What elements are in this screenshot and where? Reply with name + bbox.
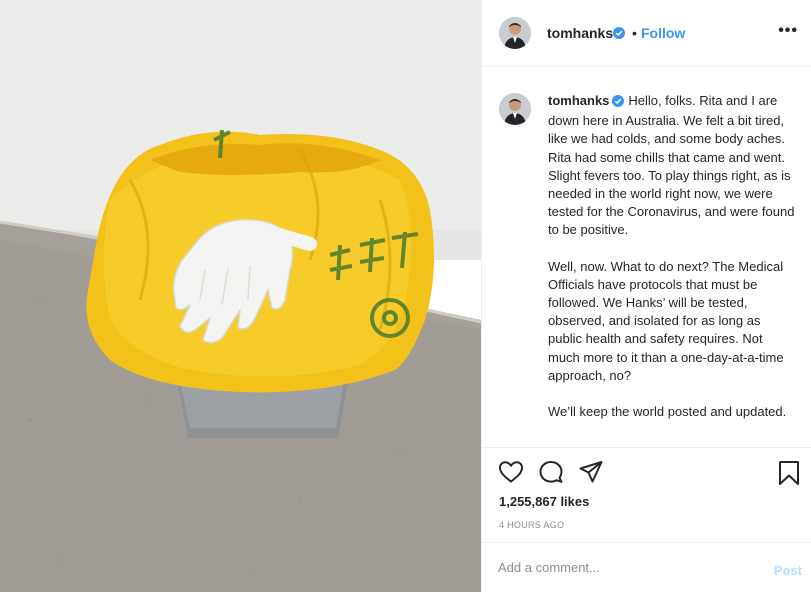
comment-input[interactable] <box>498 557 738 577</box>
post-timestamp[interactable]: 4 HOURS AGO <box>499 520 564 530</box>
heart-icon[interactable] <box>498 460 524 489</box>
paper-plane-icon[interactable] <box>578 460 604 489</box>
avatar-image <box>499 93 531 125</box>
likes-count[interactable]: 1,255,867 likes <box>499 494 589 509</box>
caption-username[interactable]: tomhanks <box>548 93 609 108</box>
bookmark-icon[interactable] <box>778 460 800 491</box>
caption-paragraph: Well, now. What to do next? The Medical … <box>548 258 784 383</box>
post-actions: 1,255,867 likes 4 HOURS AGO <box>482 447 811 542</box>
caption-paragraph: We’ll keep the world posted and updated. <box>548 404 787 420</box>
post-header: tomhanks • Follow ••• <box>482 0 811 67</box>
post-comment-button[interactable]: Post <box>774 563 802 578</box>
author-username[interactable]: tomhanks <box>547 25 613 41</box>
caption-area: tomhanks Hello, folks. Rita and I are dow… <box>482 67 811 447</box>
post-image <box>0 0 481 592</box>
header-separator: • <box>632 25 637 41</box>
comment-box: Post <box>482 542 811 592</box>
caption-paragraph-1-text: Hello, folks. Rita and I are down here i… <box>548 93 795 238</box>
more-options-icon[interactable]: ••• <box>778 22 798 40</box>
avatar-image <box>499 17 531 49</box>
post-side-panel: tomhanks • Follow ••• tomhanks Hello, fol… <box>481 0 811 592</box>
comment-bubble-icon[interactable] <box>538 460 564 489</box>
post-photo[interactable] <box>0 0 481 592</box>
verified-badge-icon <box>613 26 625 44</box>
caption-text: tomhanks Hello, folks. Rita and I are dow… <box>548 92 798 439</box>
verified-badge-icon <box>612 94 625 112</box>
caption-paragraph: tomhanks Hello, folks. Rita and I are dow… <box>548 92 798 240</box>
caption-author-avatar[interactable] <box>499 93 531 125</box>
author-avatar[interactable] <box>499 17 531 49</box>
follow-button[interactable]: Follow <box>641 25 685 41</box>
